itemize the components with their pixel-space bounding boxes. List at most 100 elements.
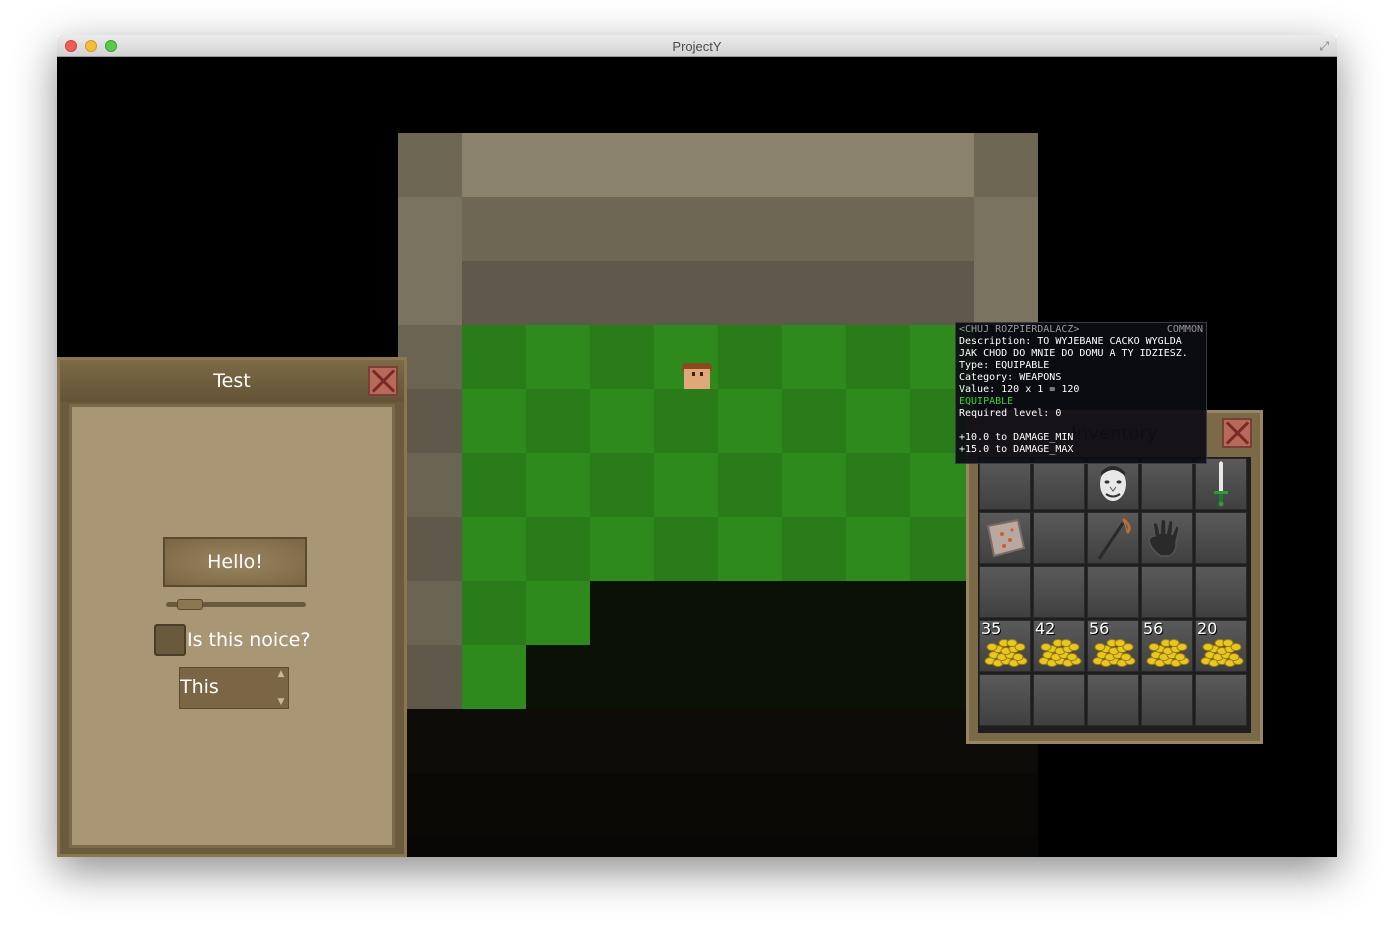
test-panel-header[interactable]: Test — [60, 360, 404, 402]
map-tile — [782, 133, 846, 197]
map-tile — [718, 645, 782, 709]
map-tile — [910, 581, 974, 645]
map-tile — [590, 709, 654, 773]
map-tile — [846, 389, 910, 453]
map-tile — [526, 581, 590, 645]
map-tile — [654, 645, 718, 709]
tooltip-equipable: EQUIPABLE — [959, 396, 1014, 407]
tooltip-stat: +10.0 to DAMAGE_MIN — [959, 432, 1074, 443]
map-tile — [846, 261, 910, 325]
option-spinner[interactable]: This ▲ ▼ — [179, 667, 289, 709]
player-character[interactable] — [682, 363, 712, 389]
inventory-slot[interactable] — [979, 458, 1031, 510]
map-tile — [590, 261, 654, 325]
map-tile — [526, 133, 590, 197]
inventory-slot[interactable] — [1087, 566, 1139, 618]
inventory-slot[interactable] — [1195, 674, 1247, 726]
inventory-slot[interactable] — [1087, 674, 1139, 726]
map-tile — [654, 389, 718, 453]
map-tile — [846, 453, 910, 517]
inventory-slot[interactable] — [1141, 674, 1193, 726]
inventory-slot[interactable] — [979, 512, 1031, 564]
spinner-up-icon[interactable]: ▲ — [276, 669, 286, 679]
inventory-slot[interactable] — [1195, 566, 1247, 618]
map-tile — [462, 709, 526, 773]
map-tile — [910, 197, 974, 261]
map-tile — [398, 389, 462, 453]
map-tile — [782, 645, 846, 709]
inventory-slot[interactable] — [1087, 512, 1139, 564]
stack-count: 56 — [1089, 619, 1110, 638]
spinner-down-icon[interactable]: ▼ — [276, 697, 286, 707]
inventory-slot[interactable] — [979, 674, 1031, 726]
title-bar[interactable]: ProjectY ⤢ — [57, 35, 1337, 57]
map-tile — [718, 581, 782, 645]
map-tile — [590, 453, 654, 517]
map-tile — [590, 581, 654, 645]
inventory-slot[interactable] — [1033, 674, 1085, 726]
map-tile — [910, 773, 974, 837]
map-tile — [910, 709, 974, 773]
map-tile — [590, 389, 654, 453]
item-tooltip: <CHUJ ROZPIERDALACZ> COMMON Description:… — [955, 322, 1207, 464]
map-tile — [398, 133, 462, 197]
inventory-slot[interactable]: 56 — [1141, 619, 1193, 672]
map-tile — [462, 453, 526, 517]
inventory-slot[interactable] — [1087, 458, 1139, 510]
map-tile — [782, 773, 846, 837]
game-viewport[interactable]: Test Hello! Is this noice? This ▲ ▼ 35 4… — [57, 57, 1337, 857]
map-tile — [782, 389, 846, 453]
inventory-grid: 35 42 56 56 20 — [978, 457, 1251, 733]
inventory-slot[interactable] — [1195, 512, 1247, 564]
hello-button[interactable]: Hello! — [163, 537, 307, 587]
face-portrait-icon — [1088, 459, 1138, 509]
map-tile — [782, 261, 846, 325]
map-tile — [398, 709, 462, 773]
tooltip-item-name: <CHUJ ROZPIERDALACZ> — [959, 324, 1080, 335]
dungeon-map[interactable] — [398, 133, 1038, 857]
map-tile — [462, 389, 526, 453]
slider[interactable] — [166, 599, 306, 610]
noice-checkbox[interactable] — [154, 624, 186, 656]
map-tile — [398, 837, 462, 857]
map-tile — [654, 581, 718, 645]
gold-coins-icon — [1038, 635, 1082, 669]
map-tile — [654, 709, 718, 773]
inventory-slot[interactable] — [1141, 458, 1193, 510]
map-tile — [398, 453, 462, 517]
map-tile — [398, 645, 462, 709]
map-tile — [910, 645, 974, 709]
stack-count: 42 — [1035, 619, 1056, 638]
inventory-slot[interactable] — [1033, 512, 1085, 564]
map-tile — [654, 133, 718, 197]
map-tile — [590, 325, 654, 389]
spinner-value: This — [180, 676, 219, 698]
map-tile — [718, 133, 782, 197]
inventory-slot[interactable]: 56 — [1087, 619, 1139, 672]
test-panel-close-button[interactable] — [368, 366, 398, 396]
inventory-slot[interactable]: 42 — [1033, 619, 1085, 672]
map-tile — [846, 325, 910, 389]
map-tile — [462, 773, 526, 837]
tooltip-lines: Description: TO WYJEBANE CACKO WYGLDA JAK… — [959, 336, 1203, 396]
map-tile — [462, 261, 526, 325]
map-tile — [654, 261, 718, 325]
map-tile — [462, 837, 526, 857]
inventory-slot[interactable] — [979, 566, 1031, 618]
map-tile — [782, 709, 846, 773]
inventory-slot[interactable] — [1141, 512, 1193, 564]
map-tile — [654, 197, 718, 261]
fullscreen-icon[interactable]: ⤢ — [1319, 39, 1329, 54]
inventory-slot[interactable] — [1141, 566, 1193, 618]
inventory-close-button[interactable] — [1222, 418, 1252, 448]
inventory-slot[interactable]: 20 — [1195, 619, 1247, 672]
inventory-slot[interactable] — [1033, 566, 1085, 618]
inventory-slot[interactable]: 35 — [979, 619, 1031, 672]
inventory-slot[interactable] — [1033, 458, 1085, 510]
inventory-slot[interactable] — [1195, 458, 1247, 510]
cloth-icon — [980, 513, 1030, 563]
map-tile — [718, 517, 782, 581]
map-tile — [910, 517, 974, 581]
map-tile — [398, 325, 462, 389]
slider-knob[interactable] — [177, 599, 203, 610]
